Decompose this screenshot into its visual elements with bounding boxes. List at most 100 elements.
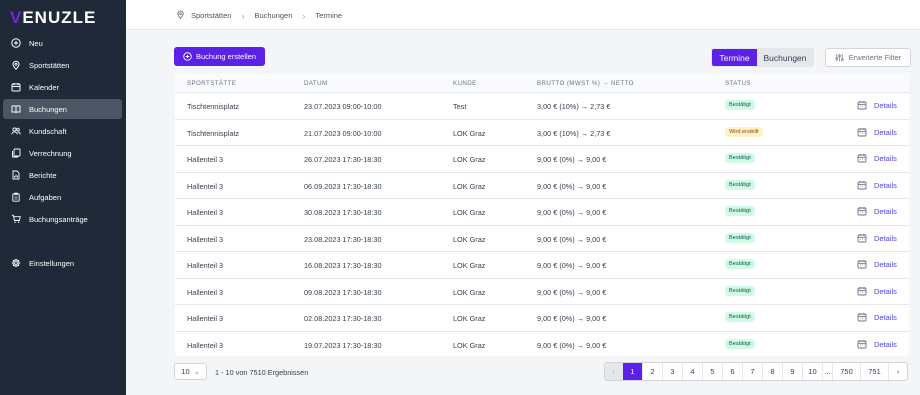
sidebar-item-label: Kalender xyxy=(29,82,60,92)
pagination: ‹ 1 2 3 4 5 6 7 8 9 10... 750 751 › xyxy=(604,362,908,381)
prev-page-button[interactable]: ‹ xyxy=(605,363,623,380)
calendar-icon[interactable] xyxy=(857,206,867,216)
customer-cell: LOK Graz xyxy=(453,208,486,217)
date-cell: 06.09.2023 17:30-18:30 xyxy=(304,181,382,191)
calendar-icon[interactable] xyxy=(857,233,867,243)
calendar-icon[interactable] xyxy=(857,100,867,110)
venue-cell: Hallenteil 3 xyxy=(187,314,224,323)
sidebar-item-kundschaft[interactable]: Kundschaft xyxy=(3,121,122,141)
sidebar-item-sportstaetten[interactable]: Sportstätten xyxy=(3,55,122,75)
status-badge: Bestätigt xyxy=(725,312,755,322)
sidebar-item-neu[interactable]: Neu xyxy=(3,33,122,53)
page-button-4[interactable]: 4 xyxy=(683,363,703,380)
customer-cell: LOK Graz xyxy=(453,287,486,297)
venue-cell: Hallenteil 3 xyxy=(187,208,224,217)
sidebar-item-label: Buchungsanträge xyxy=(29,214,88,224)
table-row[interactable]: Hallenteil 3 23.08.2023 17:30-18:30 LOK Gr… xyxy=(175,226,909,252)
venue-cell: Hallenteil 3 xyxy=(187,234,224,244)
date-cell: 26.07.2023 17:30-18:30 xyxy=(304,155,382,164)
details-link[interactable]: Details xyxy=(874,340,897,349)
create-booking-label: Buchung erstellen xyxy=(195,52,257,61)
venue-cell: Hallenteil 3 xyxy=(187,181,224,191)
sidebar-item-label: Sportstätten xyxy=(29,60,70,70)
price-cell: 3,00 € (10%) → 2,73 € xyxy=(537,128,611,138)
next-page-button[interactable]: › xyxy=(889,363,907,380)
sidebar-item-kalender[interactable]: Kalender xyxy=(3,77,122,97)
table-header: Sportstätte Datum Kunde Brutto (Mwst %) … xyxy=(175,73,909,93)
status-badge: Bestätigt xyxy=(725,285,755,296)
table-row[interactable]: Hallenteil 3 26.07.2023 17:30-18:30 LOK Gr… xyxy=(175,146,909,173)
details-link[interactable]: Details xyxy=(874,234,897,243)
details-link[interactable]: Details xyxy=(874,154,897,163)
page-button-8[interactable]: 8 xyxy=(763,363,783,380)
sidebar-item-label: Buchungen xyxy=(29,104,67,114)
calendar-icon[interactable] xyxy=(857,312,867,322)
calendar-icon[interactable] xyxy=(857,339,867,349)
venue-cell: Hallenteil 3 xyxy=(187,287,224,297)
table-row[interactable]: Hallenteil 3 02.08.2023 17:30-18:30 LOK Gr… xyxy=(175,305,909,332)
table-row[interactable]: Hallenteil 3 16.08.2023 17:30-18:30 LOK Gr… xyxy=(175,252,909,279)
venue-cell: Tischtennisplatz xyxy=(187,128,240,138)
page-button-10[interactable]: 10 xyxy=(803,363,823,380)
advanced-filter-button[interactable]: Erweiterte Filter xyxy=(825,48,911,67)
tab-termine[interactable]: Termine xyxy=(712,49,757,66)
details-link[interactable]: Details xyxy=(874,181,897,190)
page-button-751[interactable]: 751 xyxy=(861,363,889,380)
breadcrumb: Sportstätten › Buchungen › Termine xyxy=(176,10,342,21)
documents-icon xyxy=(3,148,29,158)
details-link[interactable]: Details xyxy=(874,260,897,269)
page-button-2[interactable]: 2 xyxy=(643,363,663,380)
calendar-icon[interactable] xyxy=(857,259,867,269)
details-link[interactable]: Details xyxy=(874,207,897,216)
calendar-icon[interactable] xyxy=(857,286,867,296)
sidebar-item-aufgaben[interactable]: Aufgaben xyxy=(3,187,122,207)
date-cell: 09.08.2023 17:30-18:30 xyxy=(304,287,382,297)
gear-icon xyxy=(3,258,29,268)
column-header-price[interactable]: Brutto (Mwst %) → Netto xyxy=(537,80,634,87)
details-link[interactable]: Details xyxy=(874,128,897,137)
breadcrumb-item-sportstaetten[interactable]: Sportstätten xyxy=(191,11,231,20)
customer-cell: LOK Graz xyxy=(453,128,486,138)
calendar-icon[interactable] xyxy=(857,153,867,163)
details-link[interactable]: Details xyxy=(874,313,897,322)
sidebar: VENUZLE Neu Sportstätten Kalender Buchun… xyxy=(0,0,126,395)
calendar-icon[interactable] xyxy=(857,180,867,190)
table-row[interactable]: Hallenteil 3 06.09.2023 17:30-18:30 LOK Gr… xyxy=(175,173,909,199)
page-button-6[interactable]: 6 xyxy=(723,363,743,380)
details-link[interactable]: Details xyxy=(874,287,897,296)
sidebar-item-buchungen[interactable]: Buchungen xyxy=(3,99,122,119)
column-header-status[interactable]: Status xyxy=(725,80,751,87)
details-link[interactable]: Details xyxy=(874,101,897,110)
page-button-1[interactable]: 1 xyxy=(623,363,643,380)
breadcrumb-item-buchungen[interactable]: Buchungen xyxy=(254,11,292,20)
column-header-customer[interactable]: Kunde xyxy=(453,80,477,87)
table-row[interactable]: Hallenteil 3 19.07.2023 17:30-18:30 LOK Gr… xyxy=(175,332,909,359)
table-row[interactable]: Hallenteil 3 30.08.2023 17:30-18:30 LOK Gr… xyxy=(175,199,909,226)
page-button-750[interactable]: 750 xyxy=(833,363,861,380)
create-booking-button[interactable]: Buchung erstellen xyxy=(174,47,265,66)
page-button-9[interactable]: 9 xyxy=(783,363,803,380)
sidebar-item-berichte[interactable]: Berichte xyxy=(3,165,122,185)
chevron-left-icon: ‹ xyxy=(612,367,615,376)
sidebar-item-buchungsantraege[interactable]: Buchungsanträge xyxy=(3,209,122,229)
app-logo[interactable]: VENUZLE xyxy=(10,8,96,28)
sidebar-item-label: Aufgaben xyxy=(29,192,62,202)
tab-buchungen[interactable]: Buchungen xyxy=(757,49,813,66)
customer-cell: LOK Graz xyxy=(453,234,486,244)
status-badge: Bestätigt xyxy=(725,100,755,110)
per-page-select[interactable]: 10 ⌄ xyxy=(174,363,207,380)
advanced-filter-label: Erweiterte Filter xyxy=(848,53,902,62)
table-row[interactable]: Hallenteil 3 09.08.2023 17:30-18:30 LOK Gr… xyxy=(175,279,909,305)
page-button-7[interactable]: 7 xyxy=(743,363,763,380)
page-button-3[interactable]: 3 xyxy=(663,363,683,380)
column-header-date[interactable]: Datum xyxy=(304,80,328,87)
page-button-5[interactable]: 5 xyxy=(703,363,723,380)
calendar-icon[interactable] xyxy=(857,127,867,137)
table-row[interactable]: Tischtennisplatz 21.07.2023 09:00-10:00 LO… xyxy=(175,120,909,146)
column-header-venue[interactable]: Sportstätte xyxy=(187,80,236,87)
sidebar-item-einstellungen[interactable]: Einstellungen xyxy=(3,253,122,273)
status-badge: Bestätigt xyxy=(725,153,755,163)
table-row[interactable]: Tischtennisplatz 23.07.2023 09:00-10:00 Te… xyxy=(175,93,909,120)
sidebar-item-verrechnung[interactable]: Verrechnung xyxy=(3,143,122,163)
sidebar-item-label: Einstellungen xyxy=(29,258,75,268)
